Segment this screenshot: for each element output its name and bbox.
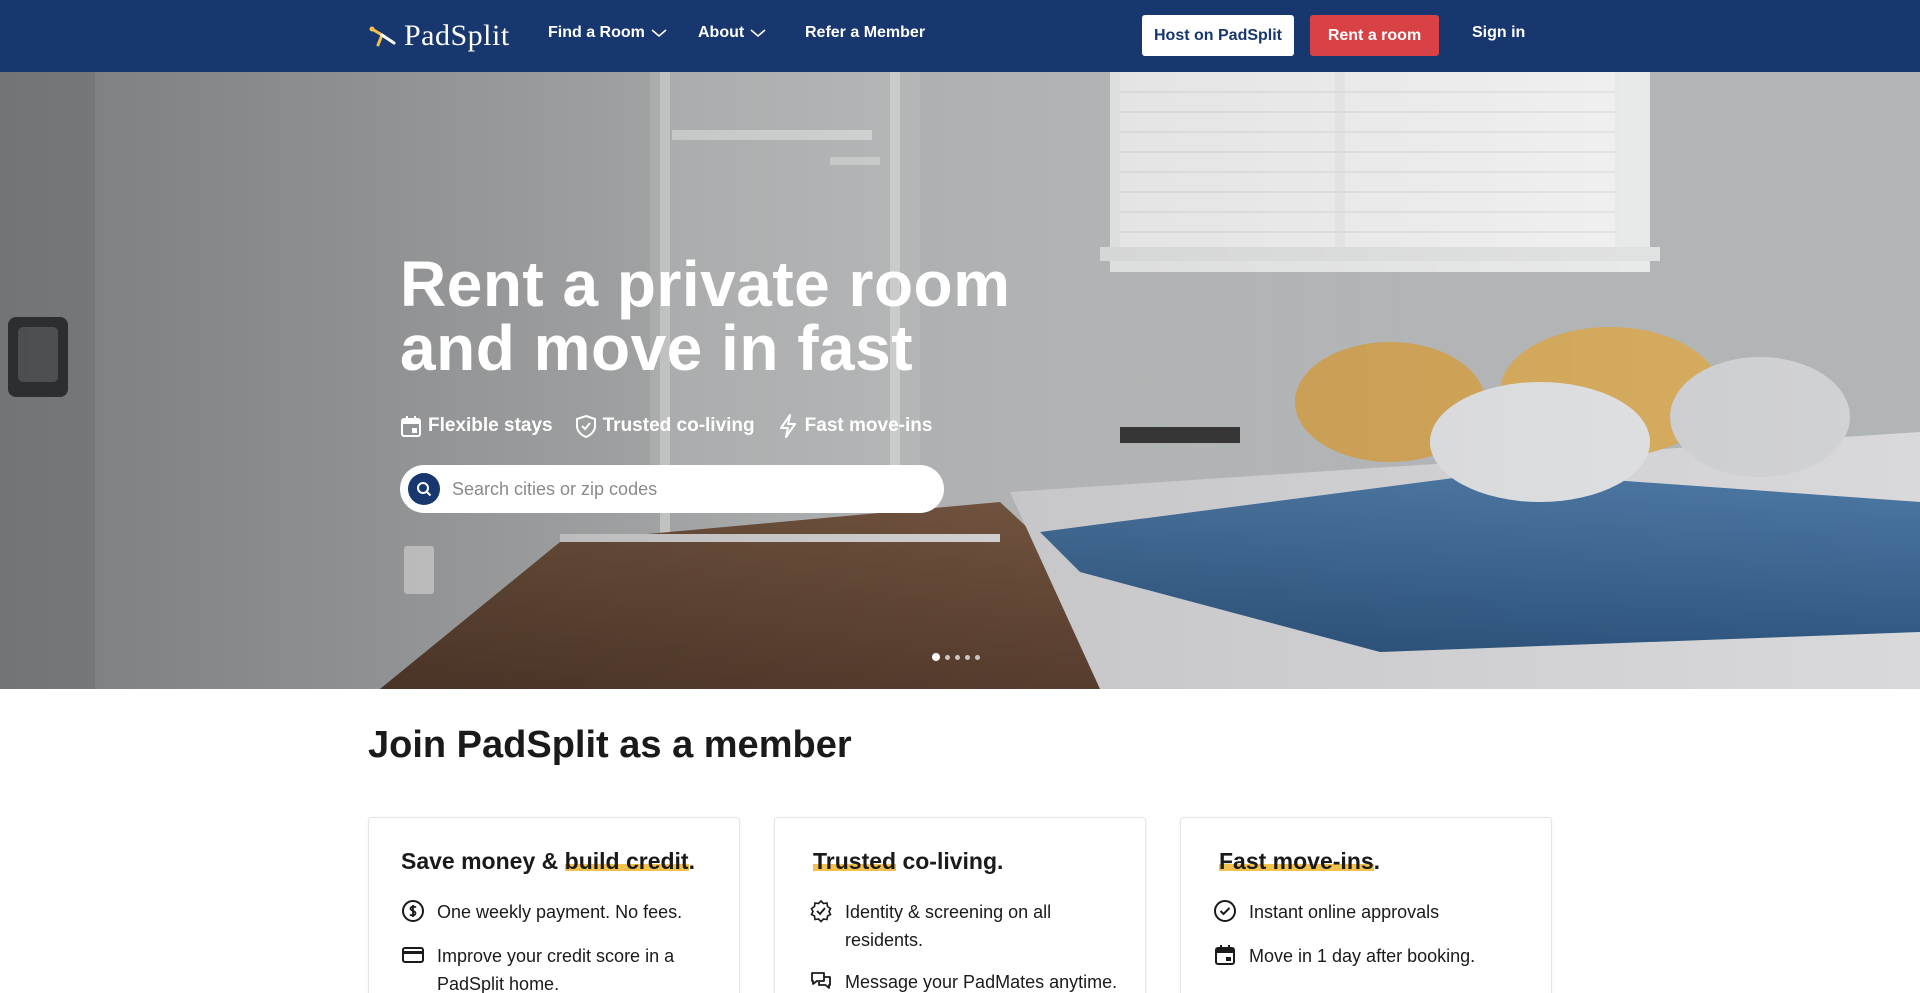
- hero-features: Flexible stays Trusted co-living Fast mo…: [400, 414, 932, 438]
- host-on-padsplit-button[interactable]: Host on PadSplit: [1142, 15, 1294, 56]
- hero-banner: Rent a private room and move in fast Fle…: [0, 72, 1920, 689]
- feature-trusted-co-living: Trusted co-living: [575, 414, 755, 438]
- chat-bubbles-icon: [811, 972, 831, 989]
- card-title: Save money & build credit.: [401, 848, 695, 875]
- card-list-item: Identity & screening on all residents.: [809, 898, 1099, 954]
- logo-text: PadSplit: [404, 19, 510, 52]
- card-title-post: .: [1373, 848, 1381, 874]
- dollar-circle-icon: [402, 900, 424, 922]
- card-title-highlight: Trusted: [813, 848, 897, 874]
- search-icon[interactable]: [408, 473, 440, 505]
- hero-title: Rent a private room and move in fast: [400, 248, 1011, 384]
- card-list-item: Improve your credit score in a PadSplit …: [401, 942, 701, 993]
- card-item-text: Instant online approvals: [1249, 902, 1440, 922]
- card-fast-move-ins: Fast move-ins. Instant online approvals …: [1180, 817, 1552, 993]
- calendar-icon: [401, 416, 421, 437]
- nav-refer-a-member[interactable]: Refer a Member: [805, 24, 925, 42]
- carousel-dot[interactable]: [955, 654, 960, 660]
- lightning-icon: [779, 414, 796, 438]
- search-input[interactable]: [452, 478, 912, 500]
- nav-find-a-room-label: Find a Room: [548, 24, 645, 41]
- card-title: Trusted co-living.: [813, 848, 1003, 875]
- card-title-post: .: [688, 848, 695, 874]
- hero-background-photo: [0, 72, 1920, 689]
- card-trusted-co-living: Trusted co-living. Identity & screening …: [774, 817, 1146, 993]
- member-section-title: Join PadSplit as a member: [368, 724, 852, 766]
- card-list-item: Move in 1 day after booking.: [1213, 942, 1533, 970]
- card-list-item: Message your PadMates anytime.: [809, 968, 1129, 993]
- card-item-text: Message your PadMates anytime.: [845, 972, 1118, 992]
- card-item-text: Identity & screening on all residents.: [845, 902, 1052, 950]
- rent-a-room-button[interactable]: Rent a room: [1310, 15, 1439, 56]
- card-title-highlight: build credit: [564, 848, 689, 874]
- chevron-down-icon: [651, 29, 667, 38]
- feature-flexible-stays: Flexible stays: [400, 414, 553, 438]
- card-list-item: One weekly payment. No fees.: [401, 898, 711, 926]
- card-title-pre: Save money &: [401, 848, 565, 874]
- chevron-down-icon: [750, 29, 766, 38]
- card-item-text: Improve your credit score in a PadSplit …: [437, 946, 675, 993]
- carousel-indicators: [932, 653, 980, 661]
- feature-label: Flexible stays: [428, 415, 553, 436]
- card-save-money: Save money & build credit. One weekly pa…: [368, 817, 740, 993]
- card-item-text: One weekly payment. No fees.: [437, 902, 683, 922]
- nav-find-a-room[interactable]: Find a Room: [548, 24, 667, 42]
- feature-label: Fast move-ins: [804, 415, 933, 436]
- card-list-item: Instant online approvals: [1213, 898, 1533, 926]
- padsplit-logo[interactable]: PadSplit: [368, 18, 510, 54]
- carousel-dot[interactable]: [932, 653, 940, 661]
- carousel-dot[interactable]: [975, 654, 980, 660]
- nav-refer-label: Refer a Member: [805, 24, 926, 41]
- nav-about-label: About: [698, 24, 745, 41]
- feature-fast-move-ins: Fast move-ins: [777, 414, 933, 438]
- search-bar: [400, 465, 944, 513]
- top-navigation: PadSplit Find a Room About Refer a Membe…: [0, 0, 1920, 72]
- card-title-highlight: Fast move-ins: [1219, 848, 1374, 874]
- nav-about[interactable]: About: [698, 24, 766, 42]
- verified-badge-icon: [810, 899, 832, 923]
- calendar-icon: [1215, 945, 1235, 965]
- card-title: Fast move-ins.: [1219, 848, 1380, 875]
- card-item-text: Move in 1 day after booking.: [1249, 946, 1476, 966]
- sign-in-link[interactable]: Sign in: [1472, 24, 1525, 42]
- carousel-dot[interactable]: [965, 654, 970, 660]
- feature-label: Trusted co-living: [602, 415, 755, 436]
- card-title-post: co-living.: [896, 848, 1004, 874]
- credit-card-icon: [402, 947, 424, 963]
- check-circle-icon: [1214, 900, 1236, 922]
- logo-mark-icon: [369, 26, 396, 47]
- shield-check-icon: [575, 414, 596, 438]
- carousel-dot[interactable]: [945, 654, 950, 660]
